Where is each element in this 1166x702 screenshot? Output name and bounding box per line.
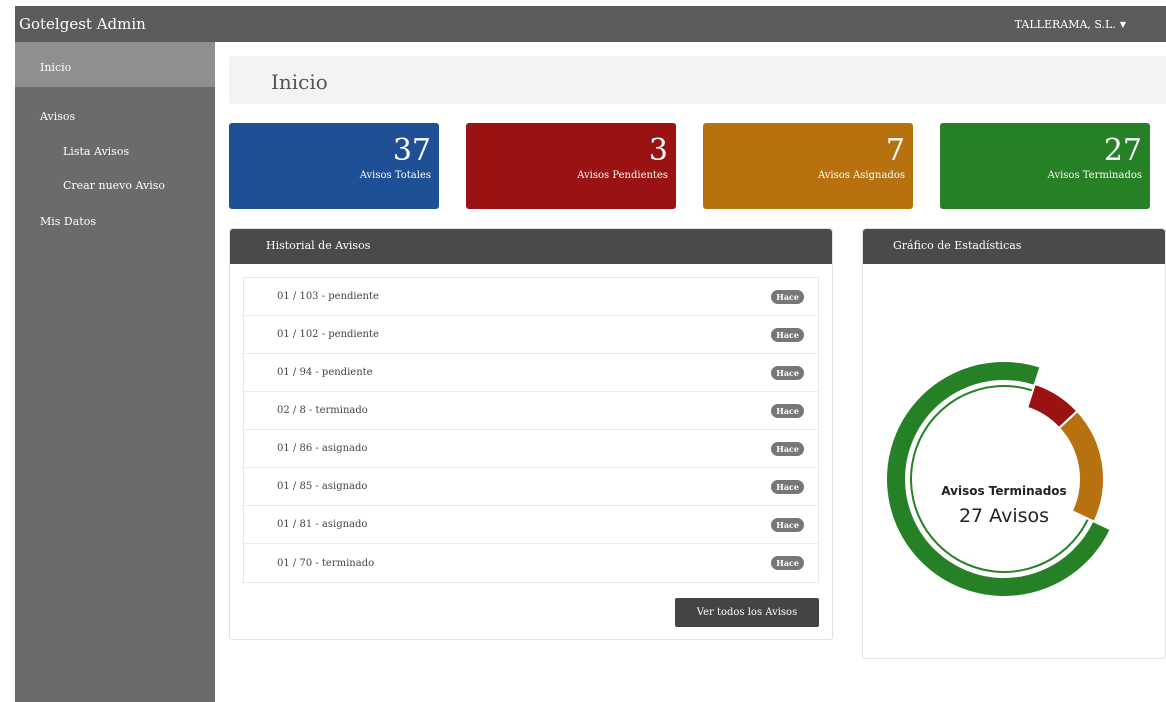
sidebar-item-lista-avisos[interactable]: Lista Avisos	[15, 123, 215, 158]
list-item-text: 01 / 102 - pendiente	[277, 329, 379, 340]
donut-slice-2[interactable]	[1057, 409, 1105, 524]
donut-slice-1[interactable]	[885, 360, 1113, 598]
page-title: Inicio	[229, 56, 1166, 104]
sidebar-item-crear-aviso[interactable]: Crear nuevo Aviso	[15, 158, 215, 192]
sidebar-item-mis-datos[interactable]: Mis Datos	[15, 192, 215, 228]
stats-chart-title: Gráfico de Estadísticas	[863, 229, 1165, 264]
list-item[interactable]: 01 / 70 - terminado Hace	[244, 544, 818, 582]
stat-label: Avisos Asignados	[817, 170, 905, 181]
history-list: 01 / 103 - pendiente Hace 01 / 102 - pen…	[243, 277, 819, 583]
list-item[interactable]: 02 / 8 - terminado Hace	[244, 392, 818, 430]
stat-value: 7	[885, 133, 905, 168]
time-badge: Hace	[771, 556, 804, 570]
stat-card-pendientes[interactable]: 3 Avisos Pendientes	[466, 123, 676, 209]
list-item-text: 01 / 86 - asignado	[277, 443, 368, 454]
stat-card-terminados[interactable]: 27 Avisos Terminados	[940, 123, 1150, 209]
list-item[interactable]: 01 / 86 - asignado Hace	[244, 430, 818, 468]
list-item[interactable]: 01 / 102 - pendiente Hace	[244, 316, 818, 354]
time-badge: Hace	[771, 517, 804, 532]
list-item[interactable]: 01 / 103 - pendiente Hace	[244, 278, 818, 316]
sidebar-item-avisos[interactable]: Avisos	[15, 87, 215, 123]
time-badge: Hace	[771, 289, 804, 304]
sidebar-item-inicio[interactable]: Inicio	[15, 42, 215, 87]
stat-card-asignados[interactable]: 7 Avisos Asignados	[703, 123, 913, 209]
list-item[interactable]: 01 / 94 - pendiente Hace	[244, 354, 818, 392]
history-panel: Historial de Avisos 01 / 103 - pendiente…	[229, 228, 833, 640]
history-panel-title: Historial de Avisos	[230, 229, 832, 264]
view-all-avisos-button[interactable]: Ver todos los Avisos	[675, 598, 819, 627]
time-badge: Hace	[771, 327, 804, 342]
stat-value: 3	[648, 133, 668, 168]
stat-label: Avisos Pendientes	[577, 170, 668, 181]
main-content: Inicio 37 Avisos Totales 3 Avisos Pendie…	[215, 42, 1166, 702]
time-badge: Hace	[771, 441, 804, 456]
stat-value: 37	[392, 133, 431, 168]
chart-center-value: 27 Avisos	[959, 505, 1049, 527]
user-name: TALLERAMA, S.L.	[1014, 17, 1116, 31]
list-item-text: 01 / 94 - pendiente	[277, 367, 373, 378]
list-item-text: 01 / 85 - asignado	[277, 481, 368, 492]
time-badge: Hace	[771, 479, 804, 494]
chart-center-title: Avisos Terminados	[941, 484, 1066, 498]
stats-chart-panel: Gráfico de Estadísticas Avisos Terminado…	[862, 228, 1166, 659]
top-navbar: Gotelgest Admin TALLERAMA, S.L. ▼	[15, 6, 1166, 42]
stat-label: Avisos Totales	[359, 170, 431, 181]
list-item[interactable]: 01 / 85 - asignado Hace	[244, 468, 818, 506]
list-item-text: 01 / 81 - asignado	[277, 519, 368, 530]
time-badge: Hace	[771, 365, 804, 380]
user-menu[interactable]: TALLERAMA, S.L. ▼	[1015, 18, 1126, 31]
time-badge: Hace	[771, 403, 804, 418]
stat-card-totales[interactable]: 37 Avisos Totales	[229, 123, 439, 209]
stat-label: Avisos Terminados	[1047, 170, 1142, 181]
list-item-text: 01 / 103 - pendiente	[277, 291, 379, 302]
brand-title[interactable]: Gotelgest Admin	[19, 15, 146, 33]
stat-value: 27	[1103, 133, 1142, 168]
sidebar: Inicio Avisos Lista Avisos Crear nuevo A…	[15, 42, 215, 702]
list-item[interactable]: 01 / 81 - asignado Hace	[244, 506, 818, 544]
list-item-text: 01 / 70 - terminado	[277, 557, 375, 569]
donut-chart[interactable]: Avisos Terminados 27 Avisos	[883, 349, 1143, 609]
chevron-down-icon: ▼	[1119, 19, 1126, 29]
list-item-text: 02 / 8 - terminado	[277, 405, 368, 416]
